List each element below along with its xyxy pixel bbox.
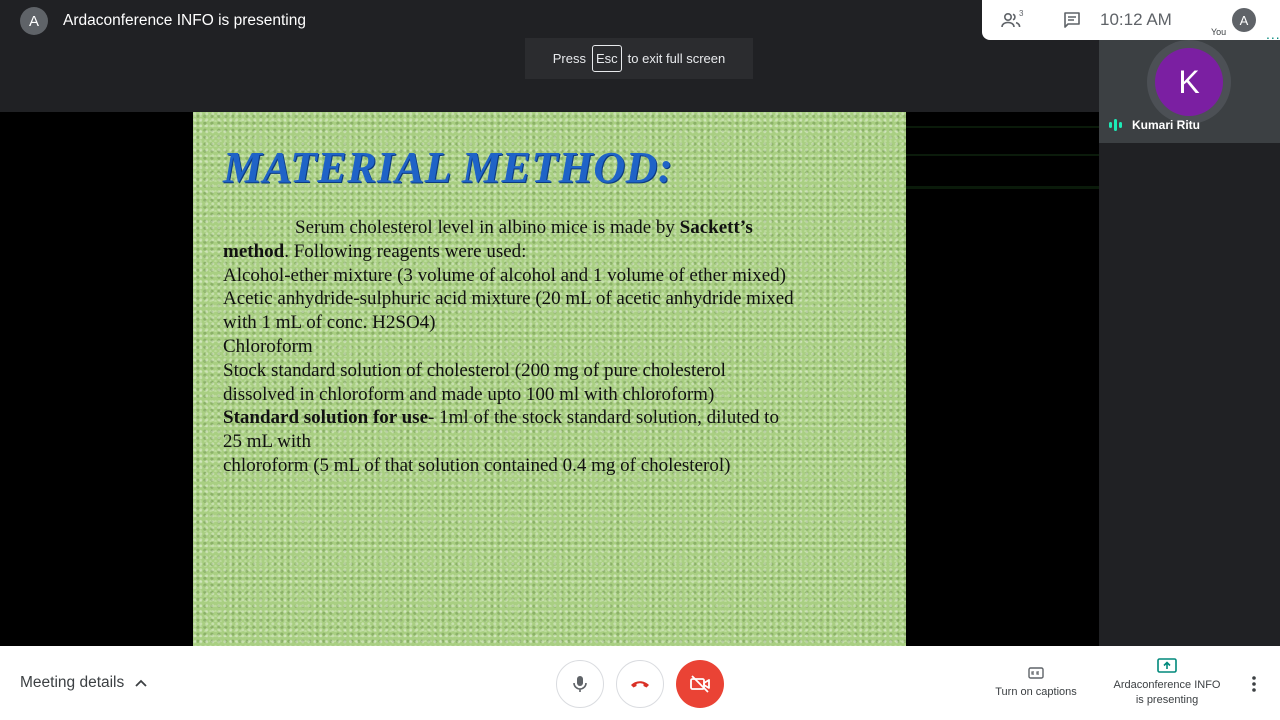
more-dots-icon[interactable]: ... — [1266, 26, 1280, 42]
captions-label: Turn on captions — [995, 686, 1077, 698]
participant-name: Kumari Ritu — [1132, 118, 1201, 132]
participant-name-row: Kumari Ritu — [1109, 118, 1200, 132]
bottom-toolbar: Meeting details Turn on captions Ardacon… — [0, 646, 1280, 720]
fullscreen-toast: Press Esc to exit full screen — [525, 38, 753, 79]
meeting-details-label: Meeting details — [20, 674, 125, 691]
hang-up-icon — [631, 681, 649, 688]
people-button[interactable]: 3 — [994, 2, 1030, 38]
meeting-details-button[interactable]: Meeting details — [20, 674, 148, 692]
chat-icon — [1064, 12, 1080, 28]
camera-off-icon — [690, 675, 710, 693]
presenter-text: Ardaconference INFO is presenting — [63, 12, 306, 29]
people-icon: 3 — [1001, 10, 1024, 28]
meeting-stage: A Ardaconference INFO is presenting Pres… — [0, 0, 1280, 646]
participant-avatar: K — [1155, 48, 1223, 116]
slide-line: Alcohol-ether mixture (3 volume of alcoh… — [223, 264, 786, 286]
camera-button[interactable] — [676, 660, 724, 708]
slide-line: with 1 mL of conc. H2SO4) — [223, 312, 436, 334]
participants-count: 3 — [1019, 10, 1024, 18]
audio-indicator-icon — [1109, 119, 1122, 131]
toast-suffix: to exit full screen — [627, 51, 726, 66]
more-options-button[interactable] — [1244, 672, 1264, 696]
slide-line: method. Following reagents were used: — [223, 240, 527, 262]
presenter-bar: A Ardaconference INFO is presenting — [20, 7, 306, 35]
chevron-up-icon — [135, 679, 147, 687]
top-info-panel: 3 10:12 AM A You ... — [982, 0, 1280, 42]
participant-tile[interactable]: K Kumari Ritu — [1099, 40, 1280, 143]
slide-line: Chloroform — [223, 335, 313, 357]
slide-line: dissolved in chloroform and made upto 10… — [223, 383, 715, 405]
present-screen-icon — [1157, 658, 1177, 673]
self-avatar: A — [1232, 8, 1256, 32]
chat-button[interactable] — [1054, 2, 1090, 38]
more-vert-icon — [1252, 676, 1256, 692]
slide-line: 25 mL with — [223, 431, 311, 453]
slide-title: MATERIAL METHOD: — [223, 143, 674, 192]
captions-button[interactable]: Turn on captions — [987, 666, 1085, 698]
presentation-slide: MATERIAL METHOD: Serum cholesterol level… — [193, 112, 906, 646]
presenter-avatar: A — [20, 7, 48, 35]
slide-line: Standard solution for use- 1ml of the st… — [223, 407, 779, 429]
captions-icon — [1028, 667, 1044, 679]
clock: 10:12 AM — [1100, 10, 1172, 29]
presenting-line-2: is presenting — [1135, 694, 1199, 706]
leave-call-button[interactable] — [616, 660, 664, 708]
slide-body: Serum cholesterol level in albino mice i… — [223, 216, 893, 478]
slide-line: Stock standard solution of cholesterol (… — [223, 359, 726, 381]
esc-key: Esc — [592, 45, 622, 72]
self-indicator[interactable]: A You — [1208, 6, 1260, 40]
microphone-icon — [573, 676, 587, 692]
toast-prefix: Press — [552, 51, 586, 66]
slide-line: chloroform (5 mL of that solution contai… — [223, 454, 731, 476]
slide-line: Serum cholesterol level in albino mice i… — [295, 217, 753, 238]
presenting-line-1: Ardaconference INFO — [1113, 679, 1221, 691]
presentation-side-strip — [906, 112, 1099, 646]
microphone-button[interactable] — [556, 660, 604, 708]
slide-line: Acetic anhydride-sulphuric acid mixture … — [223, 288, 794, 310]
presenting-button[interactable]: Ardaconference INFO is presenting — [1107, 658, 1227, 708]
self-label: You — [1211, 27, 1227, 37]
